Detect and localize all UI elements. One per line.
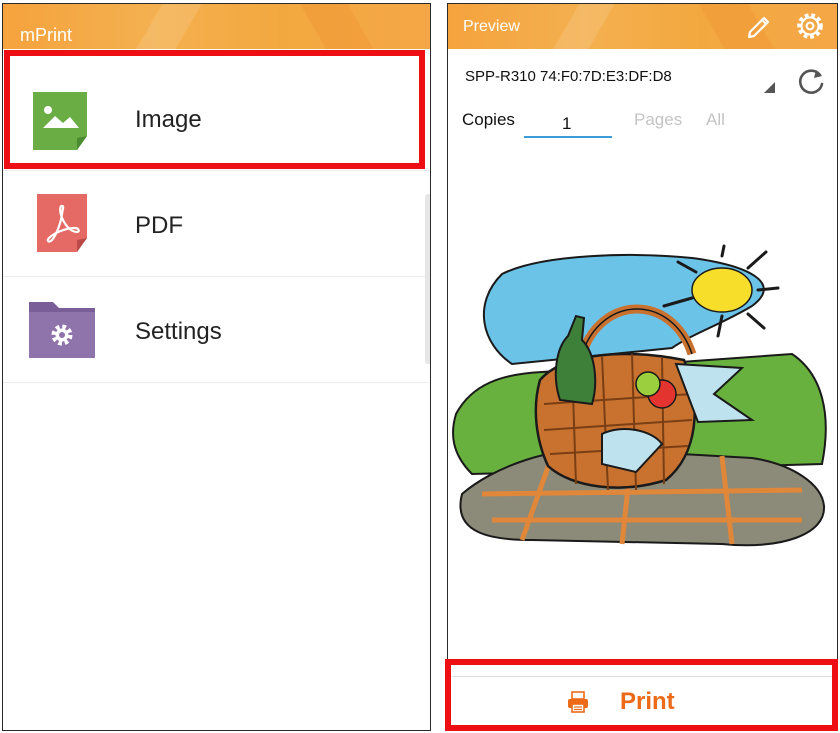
pages-label: Pages	[634, 110, 683, 129]
gear-icon[interactable]	[794, 10, 826, 42]
copies-value: 1	[562, 114, 572, 133]
app-bar: mPrint	[3, 4, 430, 49]
printer-selector[interactable]: SPP-R310 74:F0:7D:E3:DF:D8	[448, 52, 837, 98]
copies-label: Copies	[462, 110, 515, 129]
menu-item-label: Settings	[135, 318, 222, 345]
settings-folder-icon	[29, 302, 95, 358]
pages-value[interactable]: All	[706, 110, 725, 130]
scroll-indicator	[425, 194, 430, 364]
highlight-box-image	[4, 50, 425, 169]
refresh-icon[interactable]	[795, 66, 827, 98]
printer-name: SPP-R310 74:F0:7D:E3:DF:D8	[465, 68, 672, 85]
menu-item-pdf[interactable]: PDF	[3, 170, 430, 277]
pdf-icon	[37, 194, 87, 252]
menu-item-label: PDF	[135, 212, 183, 239]
dropdown-arrow-icon	[764, 82, 775, 93]
pencil-icon[interactable]	[744, 10, 774, 40]
print-options: Copies 1 Pages All	[448, 102, 837, 144]
page-title: Preview	[463, 18, 520, 35]
highlight-box-print	[445, 659, 838, 731]
app-title: mPrint	[20, 25, 73, 45]
app-bar: Preview	[448, 4, 837, 49]
menu-item-settings[interactable]: Settings	[3, 276, 430, 383]
preview-image	[452, 244, 827, 547]
preview-screen: Preview SPP-R310 74:F0:7D:E3:DF:D8 Copie…	[447, 3, 838, 731]
